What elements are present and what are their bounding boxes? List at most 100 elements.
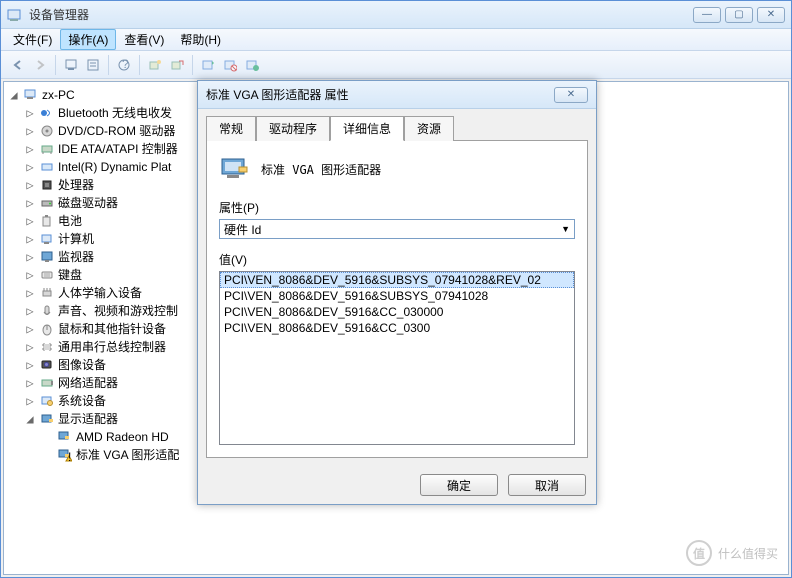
separator-icon <box>192 55 193 75</box>
tree-item-label: 人体学输入设备 <box>58 284 142 302</box>
expand-icon[interactable]: ◢ <box>24 410 36 428</box>
minimize-button[interactable]: — <box>693 7 721 23</box>
watermark: 值 什么值得买 <box>686 540 778 566</box>
menu-view[interactable]: 查看(V) <box>116 29 172 50</box>
expand-icon[interactable]: ▷ <box>24 158 36 176</box>
expand-icon[interactable]: ▷ <box>24 140 36 158</box>
device-icon <box>39 285 55 301</box>
value-row[interactable]: PCI\VEN_8086&DEV_5916&CC_030000 <box>220 304 574 320</box>
window-buttons: — ▢ ✕ <box>693 7 785 23</box>
back-button[interactable] <box>7 54 29 76</box>
value-row[interactable]: PCI\VEN_8086&DEV_5916&CC_0300 <box>220 320 574 336</box>
tree-item-label: 计算机 <box>58 230 94 248</box>
tree-root-label: zx-PC <box>42 86 75 104</box>
tab-general[interactable]: 常规 <box>206 116 256 141</box>
dialog-buttons: 确定 取消 <box>198 466 596 504</box>
expand-icon[interactable]: ▷ <box>24 176 36 194</box>
tree-item-label: 通用串行总线控制器 <box>58 338 166 356</box>
watermark-icon: 值 <box>686 540 712 566</box>
value-row[interactable]: PCI\VEN_8086&DEV_5916&SUBSYS_07941028&RE… <box>220 272 574 288</box>
device-icon <box>39 123 55 139</box>
device-icon <box>39 393 55 409</box>
scan-button-1[interactable] <box>144 54 166 76</box>
properties-button[interactable] <box>82 54 104 76</box>
expand-icon[interactable]: ▷ <box>24 122 36 140</box>
tree-item-label: 网络适配器 <box>58 374 118 392</box>
help-button[interactable]: ? <box>113 54 135 76</box>
device-icon <box>39 411 55 427</box>
device-icon <box>39 375 55 391</box>
device-icon <box>39 105 55 121</box>
close-button[interactable]: ✕ <box>757 7 785 23</box>
expand-icon[interactable]: ▷ <box>24 212 36 230</box>
pc-icon-button[interactable] <box>60 54 82 76</box>
collapse-icon[interactable]: ◢ <box>8 86 20 104</box>
expand-icon[interactable]: ▷ <box>24 338 36 356</box>
expand-icon[interactable]: ▷ <box>24 374 36 392</box>
tab-resources[interactable]: 资源 <box>404 116 454 141</box>
computer-icon <box>23 87 39 103</box>
expand-icon[interactable]: ▷ <box>24 356 36 374</box>
svg-text:!: ! <box>68 450 71 462</box>
separator-icon <box>139 55 140 75</box>
forward-button[interactable] <box>29 54 51 76</box>
chevron-down-icon: ▼ <box>561 224 570 234</box>
device-icon <box>39 195 55 211</box>
dialog-titlebar: 标准 VGA 图形适配器 属性 ✕ <box>198 81 596 109</box>
device-icon <box>39 339 55 355</box>
tree-item-label: 电池 <box>58 212 82 230</box>
dialog-tabs: 常规 驱动程序 详细信息 资源 <box>206 115 588 140</box>
ok-button[interactable]: 确定 <box>420 474 498 496</box>
tree-item-label: 磁盘驱动器 <box>58 194 118 212</box>
tree-item-label: DVD/CD-ROM 驱动器 <box>58 122 175 140</box>
toolbar: ? <box>1 51 791 79</box>
separator-icon <box>108 55 109 75</box>
tab-driver[interactable]: 驱动程序 <box>256 116 330 141</box>
uninstall-button[interactable] <box>219 54 241 76</box>
menubar: 文件(F) 操作(A) 查看(V) 帮助(H) <box>1 29 791 51</box>
display-adapter-icon <box>219 153 251 185</box>
dialog-close-button[interactable]: ✕ <box>554 87 588 103</box>
separator-icon <box>55 55 56 75</box>
menu-file[interactable]: 文件(F) <box>5 29 60 50</box>
expand-icon[interactable]: ▷ <box>24 230 36 248</box>
scan-button-2[interactable] <box>166 54 188 76</box>
expand-icon[interactable]: ▷ <box>24 392 36 410</box>
expand-icon[interactable]: ▷ <box>24 104 36 122</box>
app-icon <box>7 7 23 23</box>
dialog-title: 标准 VGA 图形适配器 属性 <box>206 86 554 103</box>
tree-item-label: 声音、视频和游戏控制 <box>58 302 178 320</box>
expand-icon[interactable]: ▷ <box>24 302 36 320</box>
display-adapter-icon <box>57 429 73 445</box>
value-list[interactable]: PCI\VEN_8086&DEV_5916&SUBSYS_07941028&RE… <box>219 271 575 445</box>
disable-button[interactable] <box>241 54 263 76</box>
tree-item-label: 标准 VGA 图形适配 <box>76 446 179 464</box>
tree-item-label: Intel(R) Dynamic Plat <box>58 158 171 176</box>
value-row[interactable]: PCI\VEN_8086&DEV_5916&SUBSYS_07941028 <box>220 288 574 304</box>
display-adapter-icon: ! <box>57 447 73 463</box>
menu-action[interactable]: 操作(A) <box>60 29 116 50</box>
update-button[interactable] <box>197 54 219 76</box>
expand-icon[interactable]: ▷ <box>24 248 36 266</box>
menu-help[interactable]: 帮助(H) <box>172 29 229 50</box>
expand-icon[interactable]: ▷ <box>24 194 36 212</box>
device-icon <box>39 177 55 193</box>
expand-icon[interactable]: ▷ <box>24 266 36 284</box>
device-icon <box>39 357 55 373</box>
maximize-button[interactable]: ▢ <box>725 7 753 23</box>
tree-item-label: 鼠标和其他指针设备 <box>58 320 166 338</box>
property-select-value: 硬件 Id <box>224 221 261 238</box>
tab-details[interactable]: 详细信息 <box>330 116 404 141</box>
tree-item-label: Bluetooth 无线电收发 <box>58 104 172 122</box>
device-icon <box>39 231 55 247</box>
tree-item-label: 图像设备 <box>58 356 106 374</box>
cancel-button[interactable]: 取消 <box>508 474 586 496</box>
window-title: 设备管理器 <box>29 6 693 23</box>
expand-icon[interactable]: ▷ <box>24 320 36 338</box>
device-name: 标准 VGA 图形适配器 <box>261 161 381 178</box>
value-label: 值(V) <box>219 251 575 268</box>
tree-item-label: 键盘 <box>58 266 82 284</box>
tree-item-label: 显示适配器 <box>58 410 118 428</box>
expand-icon[interactable]: ▷ <box>24 284 36 302</box>
property-select[interactable]: 硬件 Id ▼ <box>219 219 575 239</box>
